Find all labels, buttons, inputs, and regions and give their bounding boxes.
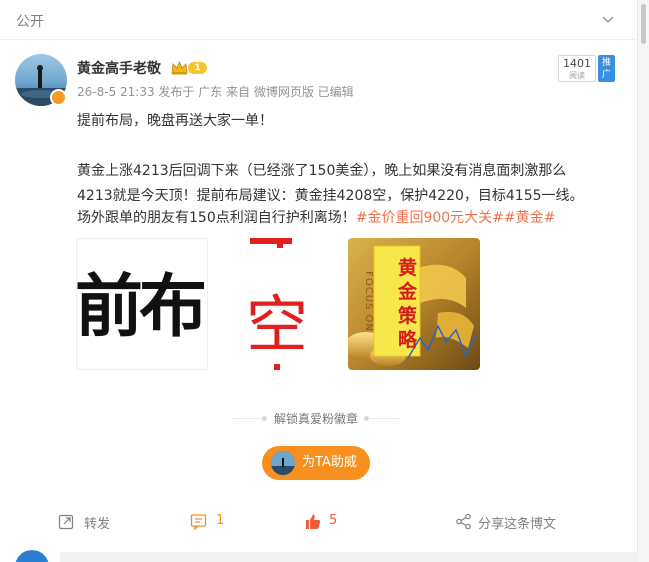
comment-icon[interactable] <box>190 513 207 530</box>
image-2-stroke <box>250 238 292 244</box>
divider <box>369 418 399 419</box>
share-icon[interactable] <box>455 513 472 530</box>
image-2-text: 空 <box>246 288 309 361</box>
scrollbar[interactable] <box>637 0 649 562</box>
hashtag-link[interactable]: #黄金# <box>504 210 555 226</box>
image-3-title: 黄金策略 <box>398 257 418 351</box>
post-actions-bar: 转发 1 5 分享这条博文 <box>0 505 636 540</box>
read-count-box: 1401 阅读 <box>558 55 596 82</box>
post-image-2[interactable]: 空 <box>212 238 344 370</box>
post-meta: 26-8-5 21:33 发布于 广东 来自 微博网页版 已编辑 <box>77 85 354 99</box>
level-badge: 1 <box>188 62 207 74</box>
image-3-side-text: FOCUS ON <box>362 271 374 332</box>
chevron-down-icon[interactable] <box>600 12 616 28</box>
image-1-text: 前布 <box>76 268 207 347</box>
read-count-label: 阅读 <box>569 71 585 80</box>
comment-input[interactable] <box>60 552 638 562</box>
image-2-stroke <box>274 364 280 370</box>
comment-count[interactable]: 1 <box>216 513 224 528</box>
repost-button[interactable]: 转发 <box>84 513 110 532</box>
author-name[interactable]: 黄金高手老敬 <box>77 58 161 78</box>
post-line-3: 4213就是今天顶！提前布局建议：黄金挂4208空，保护4220，目标4155一… <box>77 188 584 204</box>
post-line-4-text: 场外跟单的朋友有150点利润自行护利离场！ <box>77 210 356 226</box>
read-count: 1401 <box>563 57 591 70</box>
mini-avatar <box>271 451 295 475</box>
support-button-label: 为TA助威 <box>302 455 357 470</box>
like-icon[interactable] <box>304 513 321 530</box>
post-line-1: 提前布局，晚盘再送大家一单！ <box>77 113 273 129</box>
verified-badge-icon <box>50 89 67 106</box>
crown-icon <box>171 60 188 75</box>
unlock-badge-label: 解锁真爱粉徽章 <box>274 412 359 426</box>
post-image-1[interactable]: 前布 <box>76 238 208 370</box>
hashtag-link[interactable]: #金价重回900元大关# <box>356 210 504 226</box>
visibility-label: 公开 <box>16 14 44 30</box>
post-visibility-bar: 公开 <box>0 0 635 40</box>
share-button[interactable]: 分享这条博文 <box>478 513 556 532</box>
divider <box>233 418 263 419</box>
like-count[interactable]: 5 <box>329 513 337 528</box>
image-2-stroke <box>277 238 283 248</box>
support-button[interactable]: 为TA助威 <box>262 446 370 480</box>
post-line-2: 黄金上涨4213后回调下来（已经涨了150美金），晚上如果没有消息面刺激那么 <box>77 163 567 179</box>
post-line-4: 场外跟单的朋友有150点利润自行护利离场！#金价重回900元大关##黄金# <box>77 207 637 227</box>
promo-button[interactable]: 推广 <box>598 55 615 82</box>
repost-icon[interactable] <box>58 513 75 530</box>
current-user-avatar <box>15 550 49 562</box>
post-image-3[interactable]: 黄金策略 FOCUS ON <box>348 238 480 370</box>
divider-dot <box>262 416 267 421</box>
scrollbar-thumb[interactable] <box>641 4 646 44</box>
